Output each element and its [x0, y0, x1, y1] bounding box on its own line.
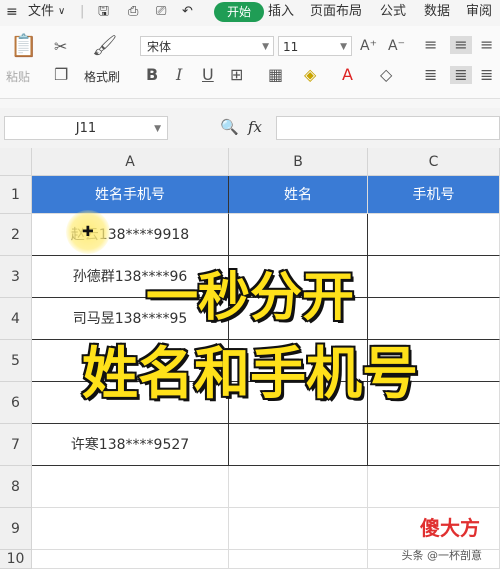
chevron-down-icon: ▼ — [154, 124, 161, 134]
menu-bar: ≡ 文件 ∨ | 🖫 ⎙ ⎚ ↶ 开始 插入 页面布局 公式 数据 审阅 — [0, 0, 500, 26]
menu-file[interactable]: 文件 — [28, 3, 54, 21]
font-name-select[interactable]: 宋体 ▼ — [140, 36, 274, 56]
undo-icon[interactable]: ↶ — [182, 3, 193, 21]
row-header[interactable]: 1 — [0, 176, 32, 214]
watermark-source: 头条 @一杯剖意 — [401, 549, 483, 562]
fx-button[interactable]: fx — [248, 118, 262, 136]
table-cell[interactable] — [229, 550, 368, 569]
table-cell[interactable] — [32, 508, 229, 550]
table-cell[interactable] — [229, 424, 368, 466]
font-size-select[interactable]: 11 ▼ — [278, 36, 352, 56]
tab-insert[interactable]: 插入 — [268, 3, 294, 21]
format-painter-label[interactable]: 格式刷 — [84, 70, 120, 84]
chevron-down-icon: ▼ — [262, 42, 269, 52]
clear-format-icon[interactable]: ◇ — [380, 66, 392, 84]
table-cell[interactable] — [368, 466, 500, 508]
format-painter-icon[interactable]: 🖌 — [92, 35, 117, 55]
row-header[interactable]: 8 — [0, 466, 32, 508]
zoom-icon[interactable]: 🔍 — [220, 118, 239, 136]
table-cell[interactable] — [229, 214, 368, 256]
row-header[interactable]: 9 — [0, 508, 32, 550]
tab-formulas[interactable]: 公式 — [380, 3, 406, 21]
chevron-down-icon: ▼ — [340, 42, 347, 52]
paste-label[interactable]: 粘贴 — [6, 70, 30, 84]
tab-data[interactable]: 数据 — [424, 3, 450, 21]
cursor-cross-icon: ✚ — [82, 224, 94, 240]
italic-button[interactable]: I — [176, 66, 182, 84]
cut-icon[interactable]: ✂ — [54, 38, 67, 56]
table-cell[interactable] — [229, 508, 368, 550]
table-header-cell[interactable]: 姓名手机号 — [32, 176, 229, 214]
table-header-cell[interactable]: 手机号 — [368, 176, 500, 214]
table-cell[interactable]: 许寒138****9527 — [32, 424, 229, 466]
table-cell[interactable] — [32, 466, 229, 508]
increase-font-icon[interactable]: A⁺ — [360, 37, 377, 55]
table-cell[interactable] — [368, 424, 500, 466]
fill-color-icon[interactable]: ◈ — [304, 66, 316, 84]
align-bottom-icon[interactable]: ≡ — [480, 36, 493, 54]
column-header-c[interactable]: C — [368, 148, 500, 176]
chevron-down-icon[interactable]: ∨ — [58, 3, 65, 21]
table-header-cell[interactable]: 姓名 — [229, 176, 368, 214]
watermark-brand: 傻大方 — [420, 516, 480, 540]
align-top-icon[interactable]: ≡ — [424, 36, 437, 54]
bold-button[interactable]: B — [146, 66, 158, 84]
paste-icon[interactable]: 📋 — [10, 36, 37, 58]
column-header-a[interactable]: A — [32, 148, 229, 176]
row-header[interactable]: 10 — [0, 550, 32, 569]
decrease-font-icon[interactable]: A⁻ — [388, 37, 405, 55]
copy-icon[interactable]: ❐ — [54, 66, 68, 84]
row-header[interactable]: 2 — [0, 214, 32, 256]
underline-button[interactable]: U — [202, 66, 214, 84]
row-header[interactable]: 7 — [0, 424, 32, 466]
name-box[interactable]: J11 ▼ — [4, 116, 168, 140]
print-icon[interactable]: ⎚ — [156, 3, 166, 21]
column-header-b[interactable]: B — [229, 148, 368, 176]
formula-input[interactable] — [276, 116, 500, 140]
export-icon[interactable]: ⎙ — [128, 3, 138, 21]
align-center-icon[interactable]: ≣ — [450, 66, 472, 84]
borders-icon[interactable]: ⊞ — [230, 66, 243, 84]
divider: | — [80, 4, 85, 19]
overlay-title-line1: 一秒分开 — [144, 267, 355, 330]
save-icon[interactable]: 🖫 — [98, 3, 109, 21]
tab-home[interactable]: 开始 — [214, 2, 264, 22]
tab-page-layout[interactable]: 页面布局 — [310, 3, 362, 21]
table-cell[interactable] — [229, 466, 368, 508]
align-middle-icon[interactable]: ≡ — [450, 36, 472, 54]
select-all-corner[interactable] — [0, 148, 32, 176]
table-cell[interactable] — [32, 550, 229, 569]
table-cell[interactable] — [368, 214, 500, 256]
align-left-icon[interactable]: ≣ — [424, 66, 437, 84]
align-right-icon[interactable]: ≣ — [480, 66, 493, 84]
cell-style-icon[interactable]: ▦ — [268, 66, 283, 84]
cell-reference: J11 — [75, 121, 97, 136]
font-name-value: 宋体 — [147, 40, 172, 54]
table-cell[interactable]: 赵云138****9918 — [32, 214, 229, 256]
tab-review[interactable]: 审阅 — [466, 3, 492, 21]
font-color-button[interactable]: A — [342, 66, 353, 84]
font-size-value: 11 — [283, 40, 299, 54]
hamburger-icon[interactable]: ≡ — [6, 3, 18, 21]
overlay-title-line2: 姓名和手机号 — [81, 341, 420, 409]
